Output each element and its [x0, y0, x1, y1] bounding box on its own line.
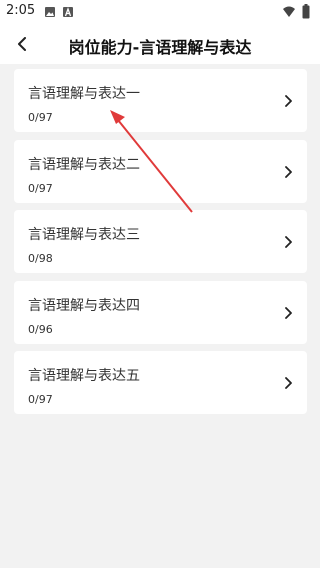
list-item[interactable]: 言语理解与表达五 0/97 [14, 351, 307, 414]
list-item-progress: 0/97 [28, 111, 53, 124]
list-item-progress: 0/96 [28, 323, 53, 336]
chevron-right-icon [285, 307, 292, 319]
a-icon [63, 7, 73, 17]
list-item-title: 言语理解与表达五 [28, 368, 140, 384]
app-bar: 岗位能力-言语理解与表达 [0, 24, 320, 64]
wifi-icon [283, 6, 295, 17]
list-item[interactable]: 言语理解与表达二 0/97 [14, 140, 307, 203]
chevron-right-icon [285, 236, 292, 248]
list-item-progress: 0/97 [28, 393, 53, 406]
list-item[interactable]: 言语理解与表达三 0/98 [14, 210, 307, 273]
chevron-right-icon [285, 377, 292, 389]
list-item-title: 言语理解与表达二 [28, 157, 140, 173]
list-item-title: 言语理解与表达三 [28, 227, 140, 243]
list-item[interactable]: 言语理解与表达一 0/97 [14, 69, 307, 132]
image-icon [45, 7, 55, 17]
chevron-right-icon [285, 95, 292, 107]
list-item-progress: 0/97 [28, 182, 53, 195]
item-list: 言语理解与表达一 0/97 言语理解与表达二 0/97 言语理解与表达三 0/9… [0, 64, 320, 568]
chevron-right-icon [285, 166, 292, 178]
list-item-title: 言语理解与表达一 [28, 86, 140, 102]
battery-icon [302, 4, 310, 19]
page-title: 岗位能力-言语理解与表达 [68, 38, 252, 57]
list-item-title: 言语理解与表达四 [28, 298, 140, 314]
status-time: 2:05 [6, 3, 36, 18]
status-bar: 2:05 [0, 0, 320, 24]
list-item-progress: 0/98 [28, 252, 53, 265]
list-item[interactable]: 言语理解与表达四 0/96 [14, 281, 307, 344]
